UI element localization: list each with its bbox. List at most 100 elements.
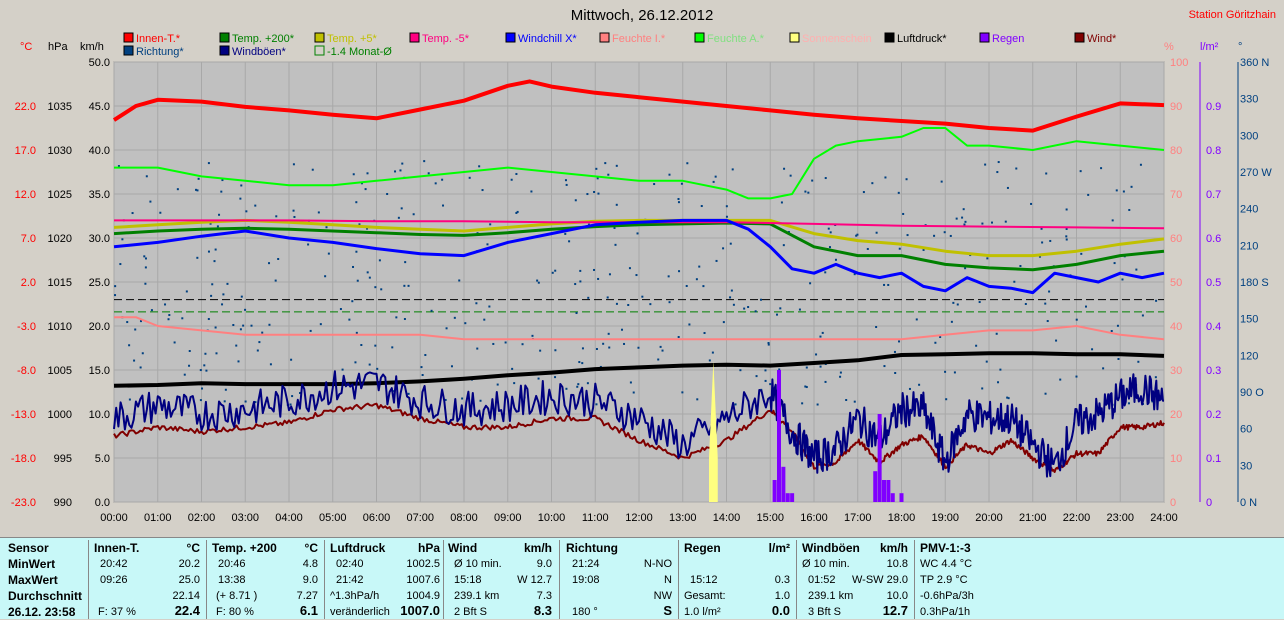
direction-point (949, 234, 952, 237)
direction-point (339, 308, 342, 311)
pmv-r1: WC 4.4 °C (920, 558, 973, 570)
direction-point (1004, 220, 1007, 223)
direction-point (579, 269, 582, 272)
direction-point (668, 301, 671, 304)
direction-point (855, 234, 858, 237)
stats-windboeen: Windböen km/h Ø 10 min. 10.8 01:52 W-SW … (802, 540, 908, 619)
direction-point (637, 346, 640, 349)
direction-point (934, 341, 937, 344)
direction-point (150, 309, 153, 312)
wind-r1b: 9.0 (536, 558, 552, 570)
temp200-current: 6.1 (299, 603, 318, 618)
temp200-avg-note: (+ 8.71 ) (216, 590, 258, 602)
direction-point (319, 323, 322, 326)
direction-point (1113, 262, 1116, 265)
direction-point (607, 173, 610, 176)
direction-point (450, 365, 453, 368)
direction-point (839, 371, 842, 374)
legend-label: Richtung* (136, 46, 184, 58)
direction-point (423, 160, 426, 163)
direction-point (1080, 252, 1083, 255)
x-tick-label: 08:00 (450, 512, 478, 524)
direction-point (908, 387, 911, 390)
direction-point (185, 290, 188, 293)
direction-point (963, 223, 966, 226)
direction-point (894, 371, 897, 374)
direction-point (729, 242, 732, 245)
direction-point (606, 296, 609, 299)
direction-point (360, 344, 363, 347)
direction-point (476, 347, 479, 350)
humidity-axis-tick: 50 (1170, 277, 1182, 289)
direction-point (489, 223, 492, 226)
x-tick-label: 16:00 (800, 512, 828, 524)
direction-point (587, 296, 590, 299)
direction-point (224, 388, 227, 391)
humidity-axis-tick: 100 (1170, 57, 1188, 69)
direction-point (114, 285, 117, 288)
pressure-axis-tick: 1025 (48, 189, 72, 201)
direction-point (188, 350, 191, 353)
direction-point (649, 303, 652, 306)
direction-point (906, 234, 909, 237)
direction-axis-tick: 30 (1240, 460, 1252, 472)
rain-bar (781, 466, 786, 502)
direction-point (245, 210, 248, 213)
direction-point (496, 383, 499, 386)
direction-point (475, 302, 478, 305)
luftdruck-max: 1007.6 (406, 574, 440, 586)
direction-point (352, 265, 355, 268)
direction-point (513, 382, 516, 385)
legend-swatch (505, 32, 516, 43)
direction-point (277, 257, 280, 260)
legend-swatch (123, 32, 134, 43)
direction-point (608, 346, 611, 349)
legend-label: Regen (992, 33, 1024, 45)
direction-point (984, 163, 987, 166)
direction-point (568, 240, 571, 243)
direction-point (128, 398, 131, 401)
wind-r1a: Ø 10 min. (454, 558, 502, 570)
direction-point (819, 335, 822, 338)
wind-axis-tick: 35.0 (89, 189, 110, 201)
innen-max: 25.0 (178, 574, 200, 586)
direction-point (401, 162, 404, 165)
direction-point (862, 191, 865, 194)
direction-point (845, 399, 848, 402)
legend-swatch (314, 45, 325, 56)
direction-point (898, 247, 901, 250)
direction-point (711, 351, 714, 354)
legend-label: Temp. +200* (232, 33, 295, 45)
direction-point (824, 177, 827, 180)
direction-point (1141, 314, 1144, 317)
direction-point (577, 383, 580, 386)
direction-point (386, 193, 389, 196)
rain-axis-tick: 0.1 (1206, 453, 1221, 465)
direction-point (510, 178, 513, 181)
direction-point (1030, 202, 1033, 205)
direction-point (1137, 360, 1140, 363)
direction-point (883, 365, 886, 368)
direction-point (776, 313, 779, 316)
humidity-axis-tick: 70 (1170, 189, 1182, 201)
direction-point (149, 200, 152, 203)
direction-point (531, 334, 534, 337)
direction-point (481, 189, 484, 192)
direction-point (897, 191, 900, 194)
direction-point (364, 188, 367, 191)
richtung-r1a: 21:24 (572, 558, 600, 570)
temp-axis-tick: -8.0 (17, 365, 36, 377)
direction-point (210, 294, 213, 297)
direction-point (999, 368, 1002, 371)
rain-bar (877, 414, 882, 502)
direction-point (628, 267, 631, 270)
direction-point (222, 293, 225, 296)
direction-point (486, 243, 489, 246)
temp200-header: Temp. +200 (212, 541, 277, 555)
innen-min-time: 20:42 (100, 558, 128, 570)
direction-point (1155, 299, 1158, 302)
direction-point (355, 201, 358, 204)
direction-point (1015, 167, 1018, 170)
rain-axis-tick: 0.5 (1206, 277, 1221, 289)
direction-point (816, 403, 819, 406)
